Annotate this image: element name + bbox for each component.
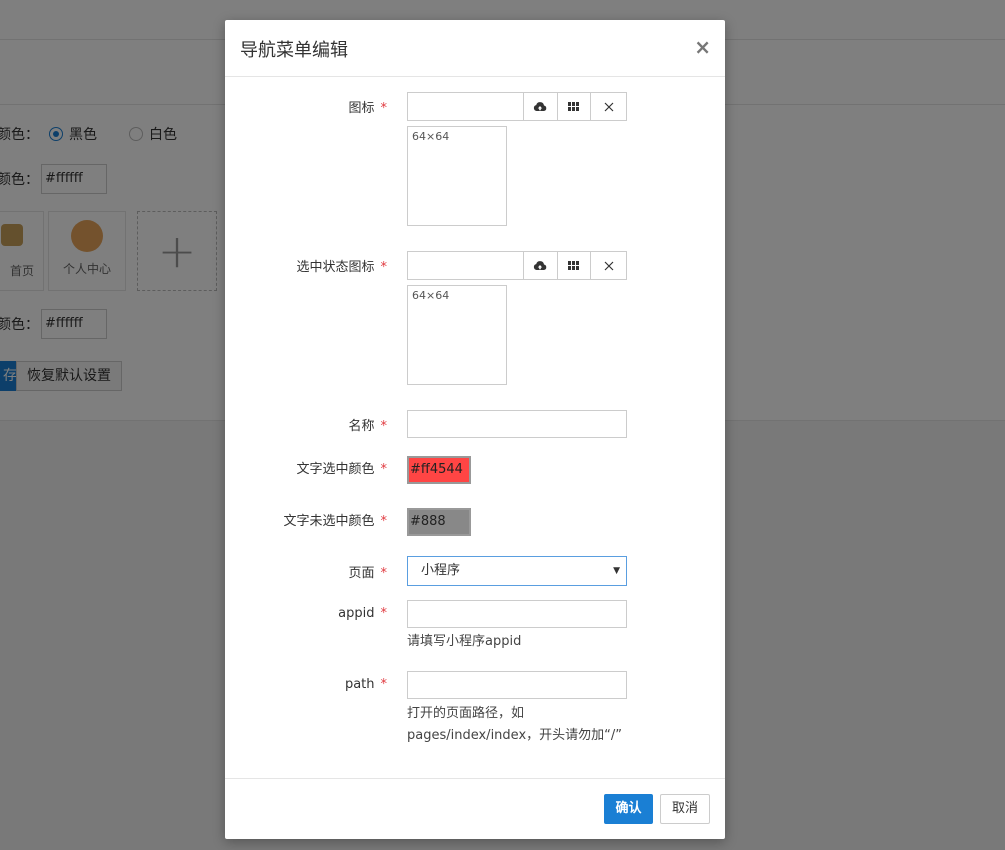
path-help-line2: pages/index/index，开头请勿加“/” — [407, 728, 622, 743]
required-mark: * — [380, 606, 388, 621]
confirm-button[interactable]: 确认 — [604, 794, 653, 824]
icon-label: 图标 * — [348, 97, 387, 116]
active-icon-label-text: 选中状态图标 — [296, 260, 375, 275]
cloud-upload-icon[interactable] — [524, 252, 558, 279]
required-mark: * — [380, 514, 388, 529]
grid-icon[interactable] — [558, 252, 592, 279]
appid-label: appid * — [338, 606, 387, 621]
icon-url-input[interactable] — [408, 93, 524, 120]
required-mark: * — [380, 566, 388, 581]
appid-input[interactable] — [407, 600, 627, 628]
page-label-text: 页面 — [348, 566, 375, 581]
active-icon-url-input[interactable] — [408, 252, 524, 279]
page-select[interactable]: 小程序 ▼ — [407, 556, 627, 586]
page-select-value: 小程序 — [421, 563, 461, 578]
path-help-line1: 打开的页面路径，如 — [407, 706, 525, 721]
active-text-color-label: 文字选中颜色 * — [296, 458, 387, 477]
clear-icon[interactable] — [591, 252, 626, 279]
required-mark: * — [380, 101, 388, 116]
dialog-header: 导航菜单编辑 × — [225, 20, 725, 77]
cloud-upload-icon[interactable] — [524, 93, 558, 120]
required-mark: * — [380, 462, 388, 477]
name-input[interactable] — [407, 410, 627, 438]
page-label: 页面 * — [348, 562, 387, 581]
active-icon-label: 选中状态图标 * — [296, 256, 387, 275]
icon-preview: 64×64 — [407, 126, 507, 226]
appid-help-text: 请填写小程序appid — [407, 634, 522, 649]
dropdown-arrow-icon: ▼ — [613, 566, 620, 576]
clear-icon[interactable] — [591, 93, 626, 120]
appid-label-text: appid — [338, 606, 375, 621]
name-label-text: 名称 — [348, 419, 375, 434]
inactive-text-color-label-text: 文字未选中颜色 — [283, 514, 375, 529]
nav-menu-edit-dialog: 导航菜单编辑 × 图标 * 64×64 选中状态图标 * 64×64 名称 * … — [225, 20, 725, 839]
inactive-text-color-label: 文字未选中颜色 * — [283, 510, 387, 529]
required-mark: * — [380, 419, 388, 434]
dialog-footer: 确认 取消 — [225, 778, 725, 839]
cancel-button[interactable]: 取消 — [660, 794, 710, 824]
dialog-title: 导航菜单编辑 — [240, 40, 348, 61]
close-icon[interactable]: × — [694, 37, 711, 57]
icon-upload-group — [407, 92, 627, 121]
icon-label-text: 图标 — [348, 101, 375, 116]
path-label-text: path — [344, 677, 375, 692]
path-input[interactable] — [407, 671, 627, 699]
required-mark: * — [380, 677, 388, 692]
grid-icon[interactable] — [558, 93, 592, 120]
active-icon-preview: 64×64 — [407, 285, 507, 385]
active-text-color-picker[interactable]: #ff4544 — [407, 456, 471, 484]
inactive-text-color-picker[interactable]: #888 — [407, 508, 471, 536]
required-mark: * — [380, 260, 388, 275]
name-label: 名称 * — [348, 415, 387, 434]
active-text-color-label-text: 文字选中颜色 — [296, 462, 375, 477]
active-icon-upload-group — [407, 251, 627, 280]
path-label: path * — [345, 677, 387, 692]
